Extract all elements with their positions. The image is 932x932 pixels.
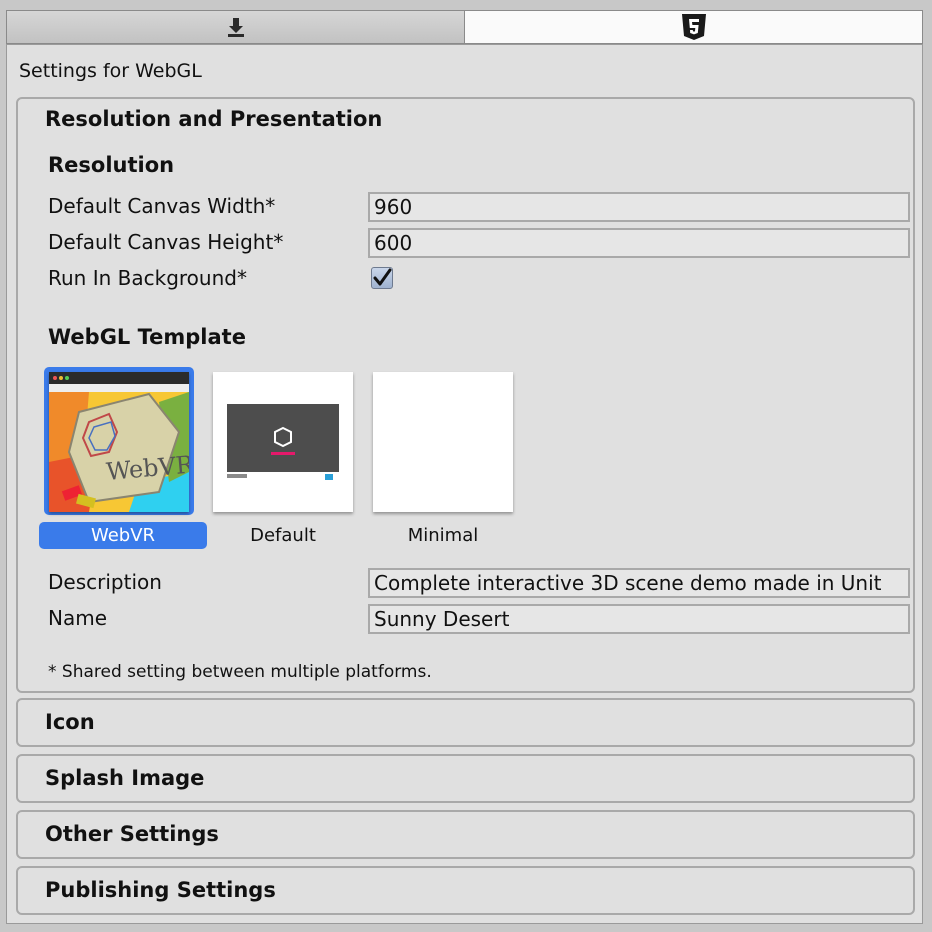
- canvas-height-label: Default Canvas Height*: [48, 230, 284, 254]
- webvr-preview-image: WebVR: [49, 372, 189, 512]
- canvas-width-field[interactable]: 960: [368, 192, 910, 222]
- other-settings-section[interactable]: Other Settings: [16, 810, 915, 859]
- publishing-settings-section[interactable]: Publishing Settings: [16, 866, 915, 915]
- run-in-background-checkbox[interactable]: [371, 267, 393, 289]
- tab-standalone-platform[interactable]: [7, 11, 465, 43]
- html5-icon: [681, 14, 706, 40]
- player-settings-panel: Settings for WebGL Resolution and Presen…: [6, 44, 923, 924]
- section-header-publishing-settings[interactable]: Publishing Settings: [45, 878, 276, 902]
- canvas-height-field[interactable]: 600: [368, 228, 910, 258]
- splash-image-section[interactable]: Splash Image: [16, 754, 915, 803]
- page-title: Settings for WebGL: [19, 60, 202, 82]
- description-field[interactable]: Complete interactive 3D scene demo made …: [368, 568, 910, 598]
- description-label: Description: [48, 570, 162, 594]
- platform-tab-bar: [6, 10, 923, 44]
- name-label: Name: [48, 606, 108, 630]
- template-label-webvr[interactable]: WebVR: [39, 522, 207, 549]
- resolution-subheader: Resolution: [48, 153, 175, 177]
- checkmark-icon: [373, 268, 392, 286]
- canvas-width-label: Default Canvas Width*: [48, 194, 276, 218]
- section-header-other-settings[interactable]: Other Settings: [45, 822, 219, 846]
- inspector-window: Settings for WebGL Resolution and Presen…: [0, 0, 932, 932]
- icon-section[interactable]: Icon: [16, 698, 915, 747]
- name-field[interactable]: Sunny Desert: [368, 604, 910, 634]
- template-thumbnail-minimal[interactable]: [373, 372, 513, 512]
- default-preview-image: [213, 372, 353, 512]
- download-arrow-icon: [227, 18, 244, 37]
- section-header-splash-image[interactable]: Splash Image: [45, 766, 204, 790]
- template-label-minimal[interactable]: Minimal: [359, 525, 527, 546]
- run-in-background-label: Run In Background*: [48, 266, 247, 290]
- shared-setting-footnote: * Shared setting between multiple platfo…: [48, 662, 432, 682]
- template-label-default[interactable]: Default: [199, 525, 367, 546]
- webgl-template-subheader: WebGL Template: [48, 325, 246, 349]
- section-header-icon[interactable]: Icon: [45, 710, 95, 734]
- template-thumbnail-webvr[interactable]: WebVR: [49, 372, 189, 512]
- template-thumbnail-default[interactable]: [213, 372, 353, 512]
- resolution-presentation-section: Resolution and Presentation Resolution D…: [16, 97, 915, 693]
- tab-webgl-platform[interactable]: [465, 11, 922, 43]
- section-header-resolution-presentation[interactable]: Resolution and Presentation: [45, 107, 382, 131]
